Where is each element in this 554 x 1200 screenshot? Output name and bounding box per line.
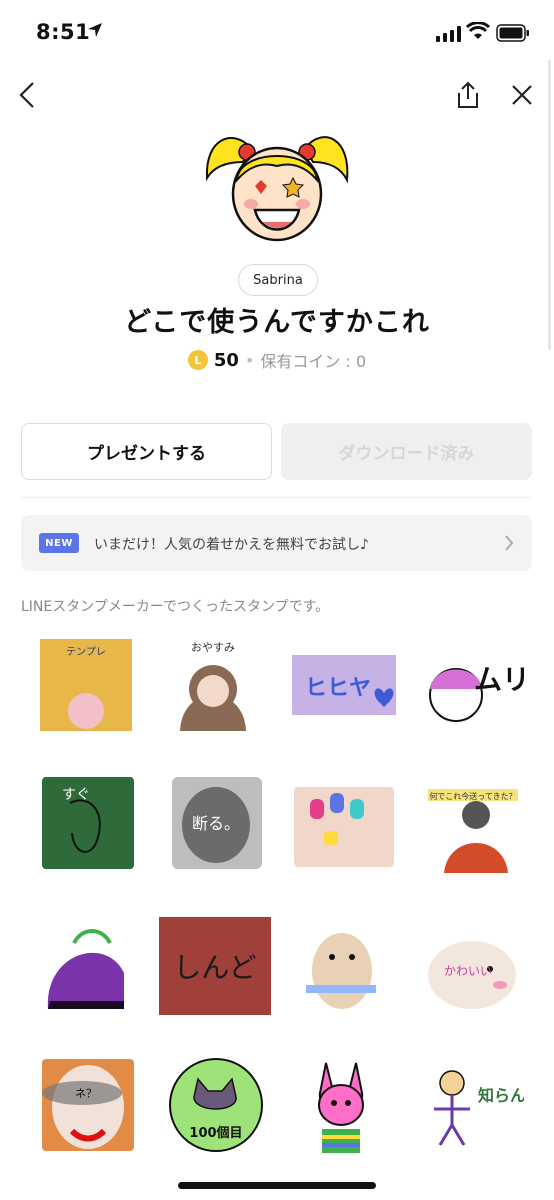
- sticker-item[interactable]: かわいい: [410, 910, 528, 1020]
- sticker-text: テンプレ: [66, 646, 106, 658]
- present-button[interactable]: プレゼントする: [21, 423, 272, 480]
- sticker-text: 断る。: [192, 814, 240, 833]
- sticker-text: ムリ: [474, 663, 524, 696]
- cellular-signal-icon: [436, 26, 462, 46]
- download-button[interactable]: ダウンロード済み: [281, 423, 532, 480]
- sticker-item[interactable]: [282, 910, 400, 1020]
- back-button[interactable]: [10, 78, 44, 112]
- chevron-right-icon: [504, 534, 514, 556]
- sticker-text: しんど: [173, 951, 256, 984]
- sticker-item[interactable]: [26, 910, 144, 1020]
- location-arrow-icon: [87, 22, 103, 42]
- sticker-item[interactable]: 断る。: [154, 770, 272, 880]
- sticker-item[interactable]: しんど: [154, 910, 272, 1020]
- sticker-item[interactable]: テンプレ: [26, 630, 144, 740]
- price-row: L 50 • 保有コイン : 0: [0, 348, 554, 372]
- owned-coins: 保有コイン : 0: [260, 352, 367, 371]
- coin-icon: L: [187, 350, 208, 370]
- sticker-item[interactable]: ムリ: [410, 630, 528, 740]
- battery-icon: [496, 24, 530, 46]
- close-icon: [512, 85, 532, 105]
- close-button[interactable]: [505, 78, 539, 112]
- share-button[interactable]: [451, 78, 485, 112]
- chevron-left-icon: [19, 82, 34, 108]
- sticker-item[interactable]: ヒヒヤ: [282, 630, 400, 740]
- separator-dot: •: [244, 350, 255, 370]
- home-indicator[interactable]: [178, 1182, 376, 1189]
- main-sticker-image: [195, 118, 359, 248]
- promo-text: いまだけ！人気の着せかえを無料でお試し♪: [94, 537, 369, 553]
- sticker-text: おやすみ: [191, 641, 235, 654]
- sticker-item[interactable]: 100個目: [154, 1050, 272, 1160]
- sticker-item[interactable]: [282, 770, 400, 880]
- author-button[interactable]: Sabrina: [238, 264, 318, 296]
- new-badge: NEW: [39, 533, 79, 553]
- sticker-text: 知らん: [478, 1086, 524, 1105]
- sticker-item[interactable]: [282, 1050, 400, 1160]
- sticker-text: ネ？: [75, 1087, 97, 1100]
- page-title: どこで使うんですかこれ: [124, 307, 430, 338]
- divider: [21, 497, 532, 498]
- sticker-text: 何でこれ今送ってきた？: [429, 791, 516, 801]
- sticker-text: かわいい: [444, 964, 492, 978]
- sticker-text: すぐ: [62, 787, 90, 803]
- status-time: 8:51: [36, 20, 91, 44]
- promo-banner[interactable]: NEW いまだけ！人気の着せかえを無料でお試し♪: [21, 515, 532, 571]
- sticker-text: 100個目: [189, 1125, 242, 1141]
- status-bar: 8:51: [0, 0, 554, 66]
- wifi-icon: [465, 21, 491, 44]
- sticker-item[interactable]: おやすみ: [154, 630, 272, 740]
- share-icon: [458, 81, 478, 108]
- sticker-item[interactable]: 知らん: [410, 1050, 528, 1160]
- sticker-item[interactable]: 何でこれ今送ってきた？: [410, 770, 528, 880]
- sticker-item[interactable]: すぐ: [26, 770, 144, 880]
- sticker-description: LINEスタンプメーカーでつくったスタンプです。: [21, 599, 330, 615]
- sticker-text: ヒヒヤ: [305, 676, 371, 701]
- price-amount: 50: [213, 349, 239, 371]
- sticker-item[interactable]: ネ？: [26, 1050, 144, 1160]
